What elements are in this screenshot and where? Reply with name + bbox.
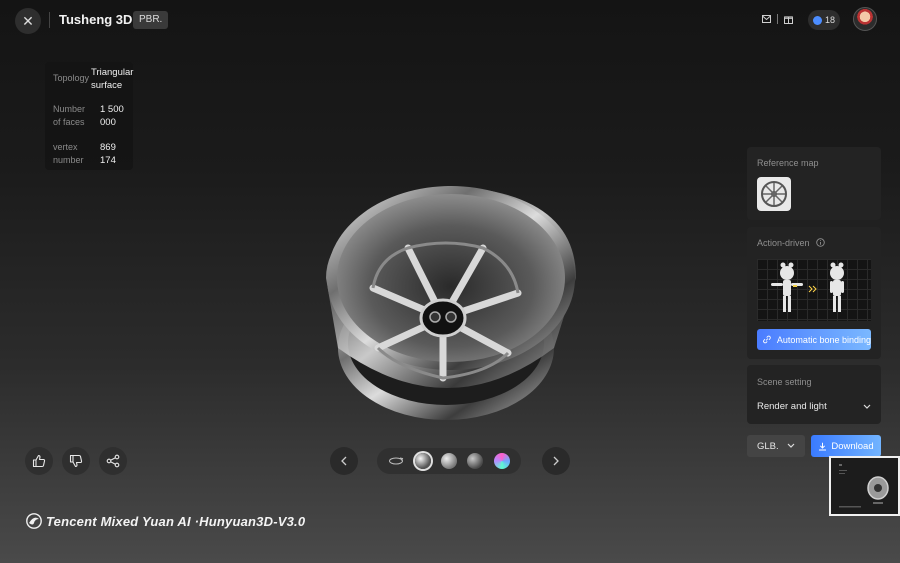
scene-setting-title: Scene setting (757, 377, 812, 387)
format-select[interactable]: GLB. (747, 435, 805, 457)
bone-binding-label: Automatic bone binding (776, 334, 871, 345)
render-light-label: Render and light (757, 401, 827, 412)
topology-value-line1: Triangular (91, 67, 134, 78)
download-label: Download (831, 440, 874, 452)
chevron-left-icon (341, 456, 347, 466)
download-button[interactable]: Download (811, 435, 881, 457)
pbr-badge: PBR. (133, 11, 169, 29)
material-normal-option[interactable] (493, 453, 510, 469)
action-driven-card: Action-driven Automatic bone binding (747, 227, 881, 359)
thumbs-up-icon (32, 454, 46, 468)
chevron-down-icon (787, 443, 795, 448)
previous-button[interactable] (330, 447, 358, 475)
action-driven-title: Action-driven (757, 238, 810, 248)
thumbs-down-icon (69, 454, 83, 468)
character-figures-illustration (771, 262, 844, 312)
reference-map-card: Reference map (747, 147, 881, 220)
render-light-dropdown[interactable]: Render and light (757, 401, 871, 412)
brand-text: Tencent Mixed Yuan AI ·Hunyuan3D-V3.0 (46, 513, 306, 529)
model-stats-panel: Topology Triangular surface Number of fa… (45, 62, 133, 170)
close-button[interactable]: ✕ (15, 8, 41, 34)
reference-map-thumbnail[interactable] (757, 177, 791, 211)
info-icon[interactable] (816, 238, 825, 247)
page-title: Tusheng 3D (59, 12, 133, 27)
action-preview (757, 259, 871, 321)
material-preview-bar (377, 448, 521, 474)
points-value: 18 (824, 15, 835, 25)
rotate-icon[interactable] (388, 456, 404, 466)
share-button[interactable] (99, 447, 127, 475)
download-icon (819, 442, 827, 450)
like-button[interactable] (25, 447, 53, 475)
wheel-rim-model (326, 186, 576, 420)
mail-icon[interactable] (762, 15, 771, 23)
header-icons (762, 14, 793, 24)
reference-map-title: Reference map (757, 158, 819, 168)
points-balance[interactable]: 18 (808, 10, 840, 30)
material-gray-option[interactable] (440, 453, 457, 469)
icon-separator (777, 14, 778, 24)
topology-label: Topology (53, 73, 90, 83)
material-chrome-option[interactable] (414, 453, 431, 469)
vertex-value-line2: 174 (100, 155, 116, 166)
faces-value-line1: 1 500 (100, 104, 124, 115)
minimap-wheel-thumbnail (839, 464, 889, 508)
topology-value-line2: surface (91, 80, 123, 91)
gift-icon[interactable] (784, 15, 793, 24)
material-textured-option[interactable] (467, 453, 484, 469)
coin-icon (812, 15, 822, 25)
wheel-thumbnail-icon (761, 181, 787, 207)
vertex-label-line2: number (53, 155, 84, 165)
avatar[interactable] (853, 7, 877, 31)
link-icon (763, 335, 771, 344)
hunyuan-logo-icon (26, 513, 42, 529)
automatic-bone-binding-button[interactable]: Automatic bone binding (757, 329, 871, 350)
share-icon (106, 454, 120, 468)
next-button[interactable] (542, 447, 570, 475)
vertex-label-line1: vertex (53, 142, 78, 152)
chevron-right-icon (553, 456, 559, 466)
minimap-preview[interactable] (829, 456, 900, 516)
brand-footer: Tencent Mixed Yuan AI ·Hunyuan3D-V3.0 (26, 513, 305, 529)
faces-label-line2: of faces (53, 117, 85, 127)
chevron-down-icon (863, 404, 871, 409)
faces-label-line1: Number (53, 104, 86, 114)
vertex-value-line1: 869 (100, 142, 116, 153)
close-icon: ✕ (22, 12, 34, 29)
format-value: GLB. (757, 440, 779, 452)
model-viewport[interactable] (318, 178, 586, 432)
dislike-button[interactable] (62, 447, 90, 475)
faces-value-line2: 000 (100, 117, 116, 128)
header-divider (49, 12, 50, 28)
scene-setting-card: Scene setting Render and light (747, 365, 881, 424)
